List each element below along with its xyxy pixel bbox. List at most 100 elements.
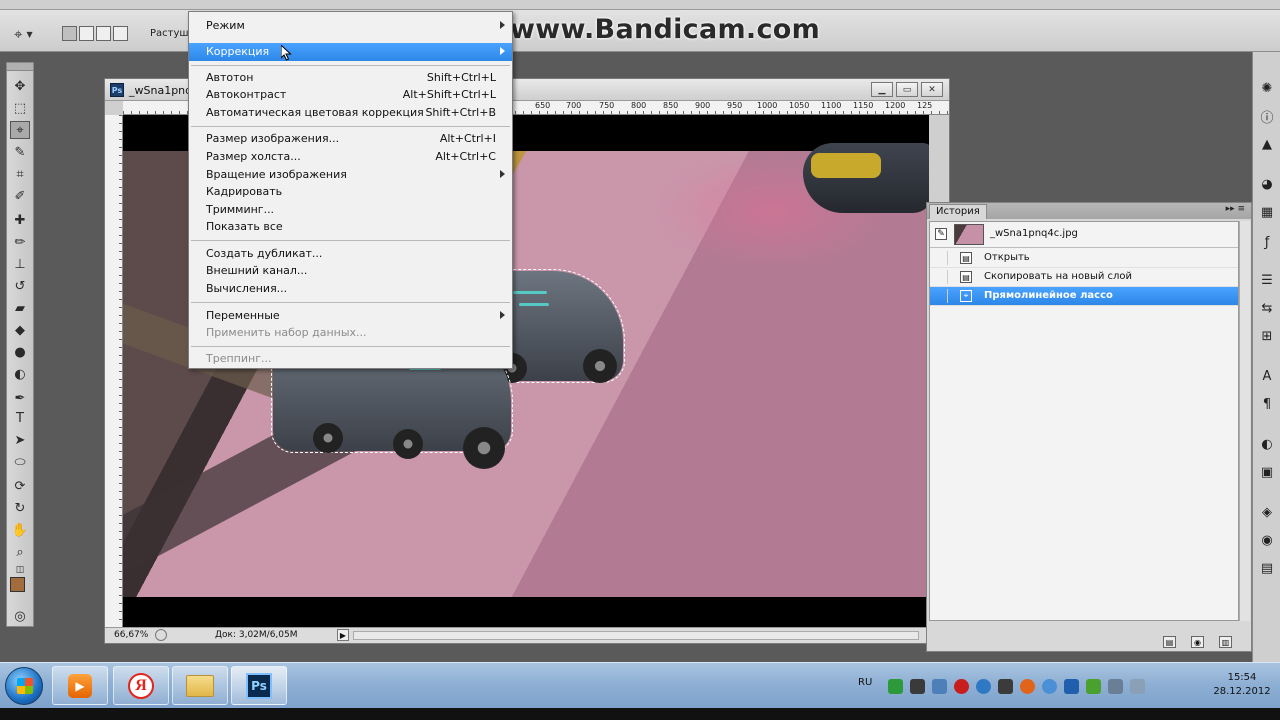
- taskbar-explorer[interactable]: [172, 666, 228, 705]
- tray-green-icon[interactable]: [888, 679, 903, 694]
- minimize-button[interactable]: ▁: [871, 82, 893, 97]
- eyedropper-tool-icon[interactable]: ✐: [10, 187, 30, 205]
- tray-record-icon[interactable]: [954, 679, 969, 694]
- menu-item-variables[interactable]: Переменные: [189, 307, 512, 325]
- vertical-ruler[interactable]: [105, 115, 123, 627]
- history-step[interactable]: ▤ Скопировать на новый слой: [930, 268, 1238, 287]
- trash-icon[interactable]: ▥: [1219, 636, 1232, 648]
- paths-panel-icon[interactable]: ▤: [1258, 560, 1276, 576]
- 3d-rotate-icon[interactable]: ⟳: [10, 477, 30, 495]
- menu-item-auto-contrast[interactable]: Автоконтраст Alt+Shift+Ctrl+L: [189, 86, 512, 104]
- move-tool-icon[interactable]: ✥: [10, 77, 30, 95]
- tab-history[interactable]: История: [929, 204, 987, 219]
- history-step[interactable]: ▤ Открыть: [930, 249, 1238, 268]
- brush-panel-icon[interactable]: ⇆: [1258, 300, 1276, 316]
- new-selection-button[interactable]: [62, 26, 77, 41]
- history-scrollbar[interactable]: [1239, 221, 1250, 621]
- tray-update-icon[interactable]: [976, 679, 991, 694]
- menu-item-adjustments[interactable]: Коррекция: [189, 43, 512, 61]
- close-button[interactable]: ✕: [921, 82, 943, 97]
- shape-tool-icon[interactable]: ⬭: [10, 453, 30, 471]
- healing-brush-icon[interactable]: ✚: [10, 211, 30, 229]
- info-panel-icon[interactable]: ⓘ: [1258, 108, 1276, 126]
- paragraph-panel-icon[interactable]: ¶: [1258, 396, 1276, 412]
- adjust-panel-icon[interactable]: ☰: [1258, 272, 1276, 288]
- channels-panel-icon[interactable]: ◉: [1258, 532, 1276, 548]
- history-brush-source-icon[interactable]: ✎: [935, 228, 947, 240]
- marquee-tool-icon[interactable]: ⬚: [10, 99, 30, 117]
- quick-select-tool-icon[interactable]: ✎: [10, 143, 30, 161]
- tray-app-icon[interactable]: [998, 679, 1013, 694]
- add-selection-button[interactable]: [79, 26, 94, 41]
- tray-torrent-icon[interactable]: [1020, 679, 1035, 694]
- menu-item-canvas-size[interactable]: Размер холста... Alt+Ctrl+C: [189, 148, 512, 166]
- restore-button[interactable]: ▭: [896, 82, 918, 97]
- tray-sync-icon[interactable]: [1042, 679, 1057, 694]
- menu-item-auto-color[interactable]: Автоматическая цветовая коррекция Shift+C…: [189, 104, 512, 122]
- swatches-panel-icon[interactable]: ◕: [1258, 176, 1276, 192]
- zoom-tool-icon[interactable]: ⌕: [10, 543, 30, 561]
- start-button[interactable]: [5, 667, 43, 705]
- masks-panel-icon[interactable]: ▣: [1258, 464, 1276, 480]
- zoom-level[interactable]: 66,67%: [114, 630, 148, 640]
- system-clock[interactable]: 15:54 28.12.2012: [1212, 671, 1272, 699]
- histogram-panel-icon[interactable]: ▲: [1258, 136, 1276, 152]
- new-document-from-state-icon[interactable]: ▤: [1163, 636, 1176, 648]
- new-snapshot-icon[interactable]: ◉: [1191, 636, 1204, 648]
- menu-item-auto-tone[interactable]: Автотон Shift+Ctrl+L: [189, 69, 512, 87]
- hand-tool-icon[interactable]: ✋: [10, 521, 30, 539]
- clone-panel-icon[interactable]: ⊞: [1258, 328, 1276, 344]
- tray-volume-icon[interactable]: [1130, 679, 1145, 694]
- tray-network-icon[interactable]: [1108, 679, 1123, 694]
- blur-tool-icon[interactable]: ●: [10, 343, 30, 361]
- history-step-selected[interactable]: ⌖ Прямолинейное лассо: [930, 287, 1238, 306]
- taskbar-yandex-browser[interactable]: Я: [113, 666, 169, 705]
- history-panel-header[interactable]: История ▸▸ ≡: [927, 203, 1251, 219]
- character-panel-icon[interactable]: A: [1258, 368, 1276, 384]
- taskbar-photoshop[interactable]: Ps: [231, 666, 287, 705]
- tray-flag-icon[interactable]: [1086, 679, 1101, 694]
- status-menu-button[interactable]: ▶: [337, 629, 349, 641]
- menu-item-crop[interactable]: Кадрировать: [189, 183, 512, 201]
- menu-item-reveal-all[interactable]: Показать все: [189, 218, 512, 236]
- history-brush-icon[interactable]: ↺: [10, 277, 30, 295]
- brush-tool-icon[interactable]: ✏: [10, 233, 30, 251]
- type-tool-icon[interactable]: T: [10, 409, 30, 427]
- taskbar-media-player[interactable]: ▶: [52, 666, 108, 705]
- toolbox-header[interactable]: [7, 63, 33, 71]
- language-indicator[interactable]: RU: [858, 677, 872, 688]
- menu-item-mode[interactable]: Режим: [189, 17, 512, 35]
- quick-mask-icon[interactable]: ◎: [10, 607, 30, 625]
- paint-bucket-icon[interactable]: ◆: [10, 321, 30, 339]
- menu-item-apply-image[interactable]: Внешний канал...: [189, 262, 512, 280]
- tool-preset-picker[interactable]: ⌖ ▼: [14, 24, 44, 44]
- layers-panel-icon[interactable]: ◈: [1258, 504, 1276, 520]
- path-select-icon[interactable]: ➤: [10, 431, 30, 449]
- menu-item-image-size[interactable]: Размер изображения... Alt+Ctrl+I: [189, 130, 512, 148]
- panel-menu-icon[interactable]: ▸▸ ≡: [1226, 204, 1245, 214]
- tray-skype-icon[interactable]: [932, 679, 947, 694]
- styles-panel-icon[interactable]: ƒ: [1258, 234, 1276, 250]
- foreground-color-swatch[interactable]: [10, 577, 25, 592]
- stamp-tool-icon[interactable]: ⊥: [10, 255, 30, 273]
- menu-item-image-rotation[interactable]: Вращение изображения: [189, 166, 512, 184]
- horizontal-scrollbar[interactable]: [353, 631, 919, 640]
- menu-item-duplicate[interactable]: Создать дубликат...: [189, 245, 512, 263]
- grid-panel-icon[interactable]: ▦: [1258, 204, 1276, 220]
- history-snapshot[interactable]: ✎ _wSna1pnq4c.jpg: [930, 222, 1238, 248]
- intersect-selection-button[interactable]: [113, 26, 128, 41]
- lasso-tool-icon[interactable]: ⌖: [10, 121, 30, 139]
- tray-steam-icon[interactable]: [910, 679, 925, 694]
- clock-time: 15:54: [1227, 672, 1257, 683]
- dodge-tool-icon[interactable]: ◐: [10, 365, 30, 383]
- pen-tool-icon[interactable]: ✒: [10, 389, 30, 407]
- eraser-tool-icon[interactable]: ▰: [10, 299, 30, 317]
- tool-presets-icon[interactable]: ◐: [1258, 436, 1276, 452]
- subtract-selection-button[interactable]: [96, 26, 111, 41]
- 3d-orbit-icon[interactable]: ↻: [10, 499, 30, 517]
- menu-item-calculations[interactable]: Вычисления...: [189, 280, 512, 298]
- color-panel-icon[interactable]: ✺: [1258, 80, 1276, 96]
- menu-item-trim[interactable]: Тримминг...: [189, 201, 512, 219]
- tray-b-icon[interactable]: [1064, 679, 1079, 694]
- crop-tool-icon[interactable]: ⌗: [10, 165, 30, 183]
